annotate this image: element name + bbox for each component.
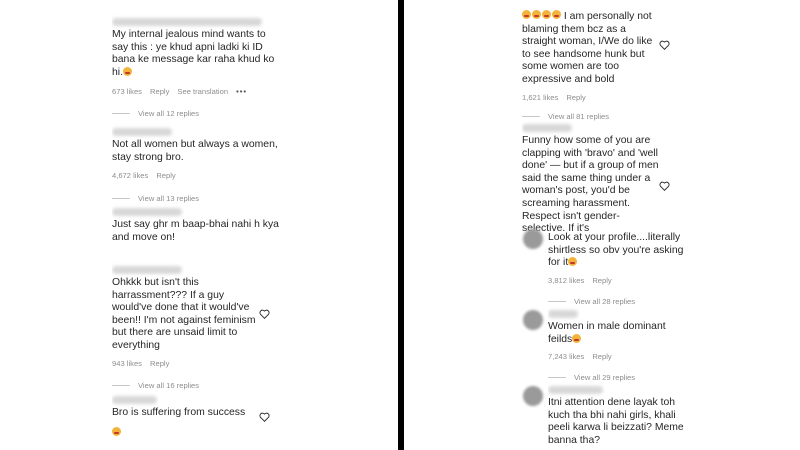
heart-outline-icon[interactable] [659,40,670,50]
more-dots-icon[interactable]: ••• [236,87,247,96]
reply-link[interactable]: Reply [150,87,169,96]
avatar[interactable] [523,386,543,406]
laughing-emoji-icon [572,333,582,343]
comment-item: Itni attention dene layak toh kuch tha b… [548,386,688,447]
replies-line [112,113,130,115]
laughing-emoji-icon [122,66,132,76]
username-blurred[interactable] [112,396,157,404]
replies-line [548,300,566,302]
view-replies-link[interactable]: View all 28 replies [574,297,635,306]
reply-link[interactable]: Reply [150,359,169,368]
laughing-emoji-icon [532,10,541,19]
reply-link[interactable]: Reply [156,171,175,180]
comment-text: Not all women but always a women, stay s… [112,139,278,163]
view-replies-link[interactable]: View all 16 replies [138,381,199,390]
view-replies-link[interactable]: View all 29 replies [574,373,635,382]
likes-count[interactable]: 3,812 likes [548,276,584,285]
laughing-emoji-icon [568,257,578,267]
replies-line [548,377,566,379]
comment-item: Ohkkk but isn't this harrassment??? If a… [112,266,257,390]
comment-text: My internal jealous mind wants to say th… [112,29,275,78]
replies-line [112,384,130,386]
comment-item: Not all women but always a women, stay s… [112,128,284,203]
comment-text: Just say ghr m baap-bhai nahi h kya and … [112,219,279,243]
avatar[interactable] [523,229,543,249]
likes-count[interactable]: 7,243 likes [548,352,584,361]
username-blurred[interactable] [548,310,578,318]
likes-count[interactable]: 673 likes [112,87,142,96]
reply-link[interactable]: Reply [592,276,611,285]
reply-link[interactable]: Reply [592,352,611,361]
comment-item: My internal jealous mind wants to say th… [112,18,284,118]
see-translation-link[interactable]: See translation [177,87,228,96]
view-replies-link[interactable]: View all 12 replies [138,109,199,118]
replies-line [112,198,130,200]
username-blurred[interactable] [112,266,182,274]
comment-text: Itni attention dene layak toh kuch tha b… [548,397,684,446]
comment-item: Women in male dominant feilds 7,243 like… [548,310,688,382]
comment-item: Just say ghr m baap-bhai nahi h kya and … [112,208,284,244]
heart-outline-icon[interactable] [259,412,270,422]
heart-outline-icon[interactable] [659,181,670,191]
username-blurred[interactable] [112,128,172,136]
username-blurred[interactable] [112,18,262,26]
heart-outline-icon[interactable] [259,309,270,319]
laughing-emoji-icon [522,10,531,19]
right-replies-panel: Look at your profile....literally shirtl… [548,0,688,450]
view-replies-link[interactable]: View all 13 replies [138,194,199,203]
comment-text: Ohkkk but isn't this harrassment??? If a… [112,277,256,351]
likes-count[interactable]: 4,672 likes [112,171,148,180]
comment-item: Look at your profile....literally shirtl… [548,232,688,306]
left-comments-panel: My internal jealous mind wants to say th… [112,0,284,450]
laughing-emoji-icon [112,426,121,436]
avatar[interactable] [523,310,543,330]
panel-divider [398,0,404,450]
replies-line [522,115,540,117]
username-blurred[interactable] [112,208,182,216]
username-blurred[interactable] [548,386,603,394]
likes-count[interactable]: 943 likes [112,359,142,368]
comment-text: Women in male dominant feilds [548,321,666,345]
